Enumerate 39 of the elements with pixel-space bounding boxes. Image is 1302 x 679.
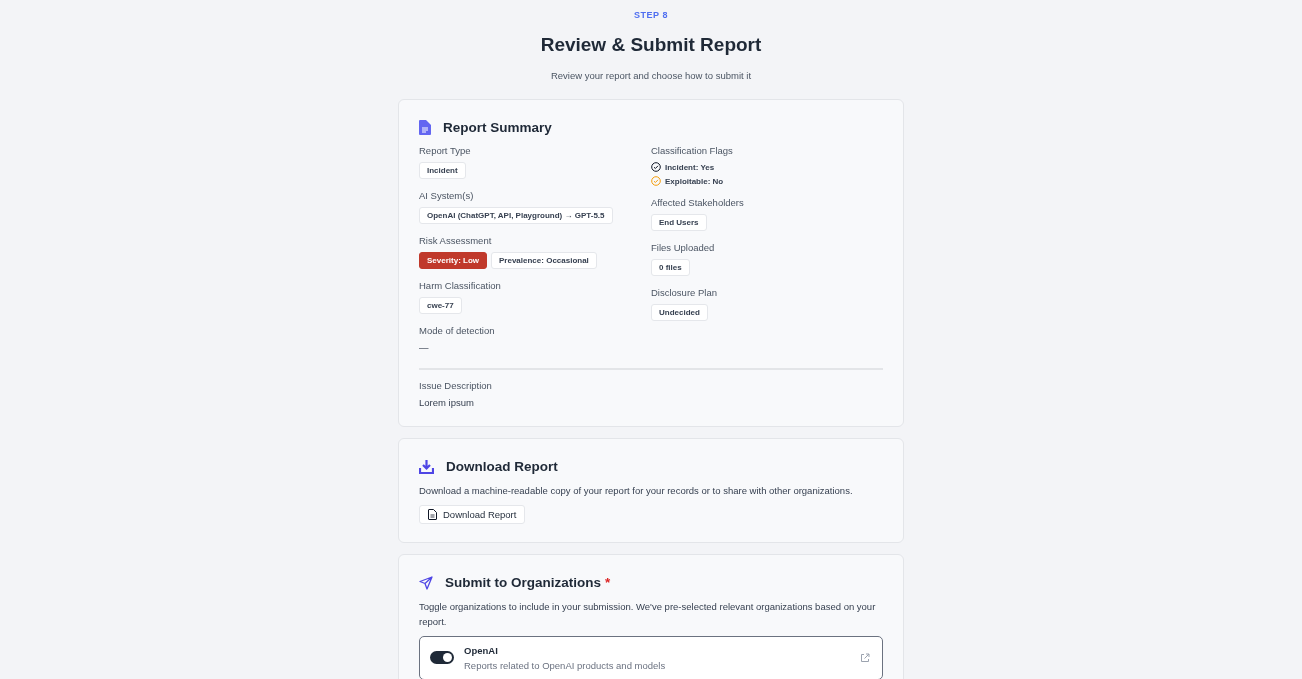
field-label: Affected Stakeholders: [651, 197, 745, 208]
organization-description: Reports related to OpenAI products and models: [464, 659, 667, 671]
value-tag: cwe-77: [419, 297, 462, 314]
page-subtitle: Review your report and choose how to submit it: [550, 70, 752, 81]
file-icon: [428, 509, 437, 521]
value-tag: Incident: [419, 162, 466, 179]
field-value: —: [419, 342, 430, 353]
field-label: Disclosure Plan: [651, 287, 718, 298]
field-label: Mode of detection: [419, 325, 496, 336]
value-tag: 0 files: [651, 259, 690, 276]
download-title: Download Report: [446, 459, 558, 474]
toggle-switch[interactable]: [430, 651, 454, 665]
flag-text: Exploitable: No: [665, 176, 724, 186]
submit-description: Toggle organizations to include in your submission. We've pre-selected relevant organizations based on your report.: [419, 600, 877, 629]
value-tag: End Users: [651, 214, 707, 231]
value-tag: Undecided: [651, 304, 708, 321]
description-text: Lorem ipsum: [419, 397, 475, 408]
value-tag: Prevalence: Occasional: [491, 252, 597, 269]
required-mark: *: [605, 575, 611, 591]
field-label: Classification Flags: [651, 145, 734, 156]
download-description: Download a machine-readable copy of your report for your records or to share with other organizations.: [419, 484, 854, 498]
field-label: AI System(s): [419, 190, 475, 201]
field-label: Issue Description: [419, 380, 493, 391]
field-label: Report Type: [419, 145, 472, 156]
send-icon: [419, 575, 433, 590]
value-tag: OpenAI (ChatGPT, API, Playground) → GPT-5.5: [419, 207, 613, 224]
flag-text: Incident: Yes: [665, 162, 715, 172]
value-tag: Severity: Low: [419, 252, 487, 269]
download-icon: [419, 459, 434, 474]
document-icon: [419, 120, 431, 135]
field-label: Risk Assessment: [419, 235, 493, 246]
page-title: Review & Submit Report: [540, 34, 762, 56]
field-label: Harm Classification: [419, 280, 502, 291]
organization-name: OpenAI: [464, 644, 499, 656]
submit-title: Submit to Organizations: [445, 575, 601, 591]
step-label: STEP 8: [634, 10, 668, 20]
field-label: Files Uploaded: [651, 242, 716, 253]
download-button[interactable]: Download Report: [419, 505, 526, 525]
summary-title: Report Summary: [443, 120, 552, 135]
